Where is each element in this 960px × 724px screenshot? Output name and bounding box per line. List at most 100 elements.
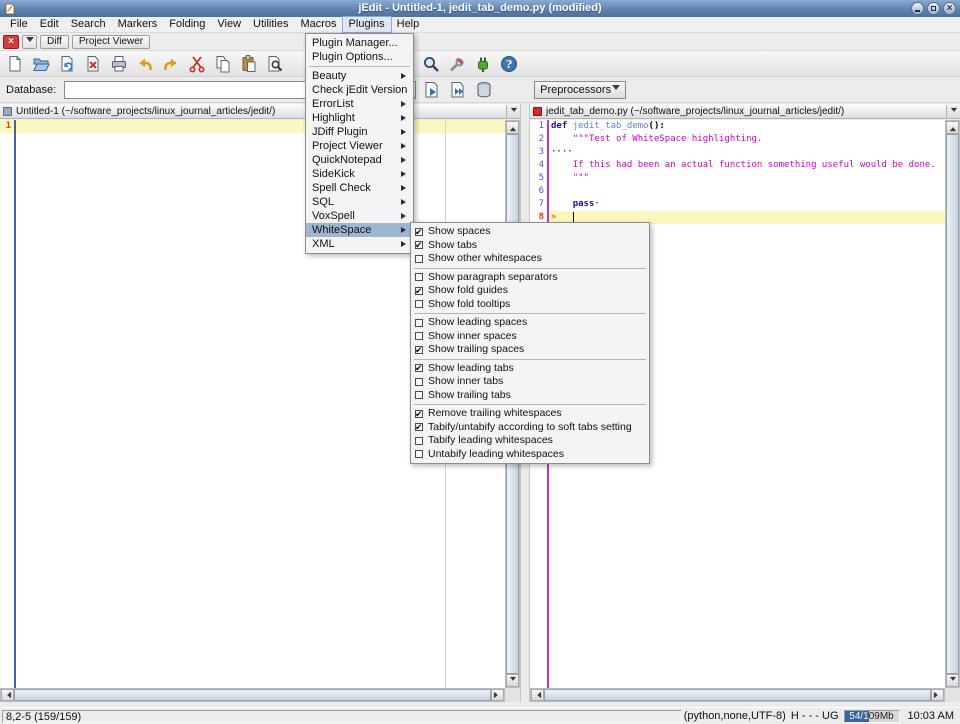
plugin-manager-button[interactable] (470, 52, 496, 76)
menu-item-jdiff-plugin[interactable]: JDiff Plugin (306, 125, 413, 139)
titlebar[interactable]: jEdit - Untitled-1, jedit_tab_demo.py (m… (0, 0, 960, 17)
menubar-item-utilities[interactable]: Utilities (247, 17, 294, 32)
submenu-arrow-icon (401, 213, 409, 219)
left-horizontal-scrollbar[interactable] (0, 688, 505, 702)
left-buffer-dropdown[interactable] (506, 105, 520, 118)
menu-item-show-spaces[interactable]: Show spaces (411, 225, 649, 239)
menu-item-label: Highlight (312, 111, 355, 125)
reload-buffer-button[interactable] (54, 52, 80, 76)
menu-item-show-trailing-tabs[interactable]: Show trailing tabs (411, 389, 649, 403)
menu-item-show-leading-spaces[interactable]: Show leading spaces (411, 316, 649, 330)
dock-popup-button[interactable] (22, 35, 37, 49)
scrollbar-thumb[interactable] (544, 689, 931, 701)
cut-button[interactable] (184, 52, 210, 76)
menu-item-quicknotepad[interactable]: QuickNotepad (306, 153, 413, 167)
menu-item-remove-trailing-whitespaces[interactable]: Remove trailing whitespaces (411, 407, 649, 421)
execute-statement-button[interactable] (420, 78, 444, 102)
right-buffer-dropdown[interactable] (946, 105, 960, 118)
scroll-right-button[interactable] (491, 689, 504, 701)
scroll-up-button[interactable] (946, 121, 959, 134)
minimize-button[interactable] (911, 2, 924, 15)
menu-item-show-inner-spaces[interactable]: Show inner spaces (411, 330, 649, 344)
menubar-item-plugins[interactable]: Plugins (343, 17, 391, 32)
scroll-right-button[interactable] (931, 689, 944, 701)
scrollbar-thumb[interactable] (14, 689, 491, 701)
help-button[interactable]: ? (496, 52, 522, 76)
menu-item-beauty[interactable]: Beauty (306, 69, 413, 83)
menubar-item-file[interactable]: File (4, 17, 34, 32)
diff-dock-button[interactable]: Diff (40, 35, 69, 49)
menu-item-label: Spell Check (312, 181, 371, 195)
menu-item-errorlist[interactable]: ErrorList (306, 97, 413, 111)
menubar-item-view[interactable]: View (211, 17, 247, 32)
caret-status[interactable]: 8,2-5 (159/159) (2, 710, 682, 723)
menu-item-sidekick[interactable]: SideKick (306, 167, 413, 181)
redo-button[interactable] (158, 52, 184, 76)
toolbar-group-buffer (2, 52, 288, 76)
menu-item-sql[interactable]: SQL (306, 195, 413, 209)
menu-item-plugin-manager[interactable]: Plugin Manager... (306, 36, 413, 50)
menubar-item-macros[interactable]: Macros (294, 17, 342, 32)
scroll-left-button[interactable] (1, 689, 14, 701)
new-file-button[interactable] (2, 52, 28, 76)
menu-item-label: SideKick (312, 167, 355, 181)
buffer-info[interactable]: (python,none,UTF-8) (684, 710, 786, 722)
menu-item-project-viewer[interactable]: Project Viewer (306, 139, 413, 153)
menubar-item-search[interactable]: Search (65, 17, 112, 32)
copy-button[interactable] (210, 52, 236, 76)
close-button[interactable]: × (943, 2, 956, 15)
menubar-item-edit[interactable]: Edit (34, 17, 65, 32)
menu-item-spell-check[interactable]: Spell Check (306, 181, 413, 195)
menu-item-show-paragraph-separators[interactable]: Show paragraph separators (411, 271, 649, 285)
menu-item-tabify-leading-whitespaces[interactable]: Tabify leading whitespaces (411, 434, 649, 448)
menu-item-show-inner-tabs[interactable]: Show inner tabs (411, 375, 649, 389)
submenu-arrow-icon (401, 73, 409, 79)
right-buffer-switcher[interactable]: jedit_tab_demo.py (~/software_projects/l… (530, 104, 960, 119)
menubar-item-folding[interactable]: Folding (163, 17, 211, 32)
menu-item-check-jedit-version[interactable]: Check jEdit Version (306, 83, 413, 97)
close-dock-button[interactable]: × (3, 35, 19, 49)
submenu-arrow-icon (401, 129, 409, 135)
scrollbar-thumb[interactable] (946, 134, 959, 674)
cut-icon (187, 54, 207, 74)
execute-buffer-button[interactable] (446, 78, 470, 102)
menubar-item-help[interactable]: Help (391, 17, 426, 32)
database-browser-button[interactable] (472, 78, 496, 102)
menu-item-show-fold-guides[interactable]: Show fold guides (411, 284, 649, 298)
search-directory-button[interactable] (418, 52, 444, 76)
preprocessors-dropdown[interactable]: Preprocessors (534, 81, 626, 99)
find-button[interactable] (262, 52, 288, 76)
menu-item-show-other-whitespaces[interactable]: Show other whitespaces (411, 252, 649, 266)
scroll-down-button[interactable] (506, 674, 519, 687)
right-vertical-scrollbar[interactable] (945, 120, 960, 688)
global-options-button[interactable] (444, 52, 470, 76)
menu-item-tabify-untabify-according-to-soft-tabs-setting[interactable]: Tabify/untabify according to soft tabs s… (411, 421, 649, 435)
right-horizontal-scrollbar[interactable] (530, 688, 945, 702)
menu-item-xml[interactable]: XML (306, 237, 413, 251)
menu-item-show-leading-tabs[interactable]: Show leading tabs (411, 362, 649, 376)
scroll-left-button[interactable] (531, 689, 544, 701)
menu-item-voxspell[interactable]: VoxSpell (306, 209, 413, 223)
menu-item-whitespace[interactable]: WhiteSpace (306, 223, 413, 237)
scroll-down-button[interactable] (946, 674, 959, 687)
menu-item-highlight[interactable]: Highlight (306, 111, 413, 125)
menu-item-show-tabs[interactable]: Show tabs (411, 239, 649, 253)
checkbox-unchecked-icon (415, 300, 423, 308)
close-buffer-button[interactable] (80, 52, 106, 76)
menu-item-show-fold-tooltips[interactable]: Show fold tooltips (411, 298, 649, 312)
open-file-button[interactable] (28, 52, 54, 76)
paste-button[interactable] (236, 52, 262, 76)
menu-item-untabify-leading-whitespaces[interactable]: Untabify leading whitespaces (411, 448, 649, 462)
status-flags[interactable]: H - - - UG (791, 710, 839, 722)
project-viewer-dock-button[interactable]: Project Viewer (72, 35, 150, 49)
maximize-button[interactable] (927, 2, 940, 15)
scroll-up-button[interactable] (506, 121, 519, 134)
memory-indicator[interactable]: 54/109Mb 54/109Mb (844, 710, 900, 723)
scrollbar-corner (505, 688, 520, 702)
left-buffer-switcher[interactable]: Untitled-1 (~/software_projects/linux_jo… (0, 104, 520, 119)
menu-item-show-trailing-spaces[interactable]: Show trailing spaces (411, 343, 649, 357)
print-button[interactable] (106, 52, 132, 76)
undo-button[interactable] (132, 52, 158, 76)
menu-item-plugin-options[interactable]: Plugin Options... (306, 50, 413, 64)
menubar-item-markers[interactable]: Markers (112, 17, 164, 32)
